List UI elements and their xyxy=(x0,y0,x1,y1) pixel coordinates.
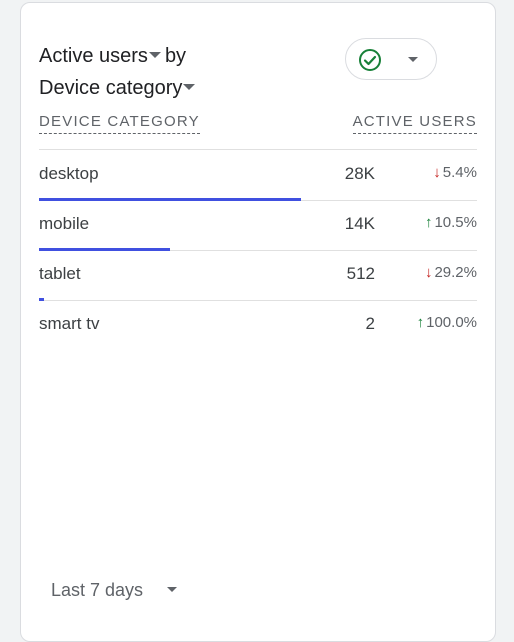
card-title: Active users by Device category xyxy=(39,40,199,104)
row-change: ↑ 10.5% xyxy=(425,214,477,231)
metric-label: Active users xyxy=(39,45,148,67)
row-metric-value: 2 xyxy=(365,314,375,333)
row-dimension-label: mobile xyxy=(39,214,90,233)
row-metric-value: 512 xyxy=(346,264,375,283)
row-change-percent: 5.4% xyxy=(442,164,477,181)
row-change: ↓ 5.4% xyxy=(433,164,477,181)
column-header-metric[interactable]: ACTIVE USERS xyxy=(352,113,477,134)
row-change: ↑ 100.0% xyxy=(417,314,477,331)
header-divider xyxy=(39,149,477,150)
check-circle-icon xyxy=(359,49,381,71)
row-dimension-label: tablet xyxy=(39,264,81,283)
row-change-percent: 100.0% xyxy=(426,314,477,331)
row-change: ↓ 29.2% xyxy=(425,264,477,281)
dimension-label: Device category xyxy=(39,77,183,99)
chevron-down-icon xyxy=(408,57,418,62)
table-row[interactable]: mobile 14K ↑ 10.5% xyxy=(39,201,477,251)
row-metric-value: 14K xyxy=(344,214,375,233)
arrow-up-icon: ↑ xyxy=(416,314,425,331)
arrow-down-icon: ↓ xyxy=(433,164,441,181)
row-metric-value: 28K xyxy=(344,164,375,183)
row-dimension-label: desktop xyxy=(39,164,99,183)
table-row[interactable]: smart tv 2 ↑ 100.0% xyxy=(39,301,477,351)
table-row[interactable]: tablet 512 ↓ 29.2% xyxy=(39,251,477,301)
dimension-selector[interactable]: Device category xyxy=(39,77,199,99)
date-range-selector[interactable]: Last 7 days xyxy=(51,580,178,601)
row-change-percent: 10.5% xyxy=(434,214,477,231)
table-row[interactable]: desktop 28K ↓ 5.4% xyxy=(39,151,477,201)
arrow-up-icon: ↑ xyxy=(424,214,433,231)
date-range-dropdown-icon xyxy=(167,586,178,592)
row-change-percent: 29.2% xyxy=(434,264,477,281)
arrow-down-icon: ↓ xyxy=(424,264,433,281)
metric-selector[interactable]: Active users xyxy=(39,45,165,67)
metric-dropdown-icon xyxy=(148,51,161,58)
dimension-dropdown-icon xyxy=(183,83,196,90)
row-dimension-label: smart tv xyxy=(39,314,100,333)
insights-status-button[interactable] xyxy=(345,38,437,80)
column-header-dimension[interactable]: DEVICE CATEGORY xyxy=(39,113,200,134)
title-by-text: by xyxy=(164,45,187,67)
date-range-label: Last 7 days xyxy=(51,580,144,600)
